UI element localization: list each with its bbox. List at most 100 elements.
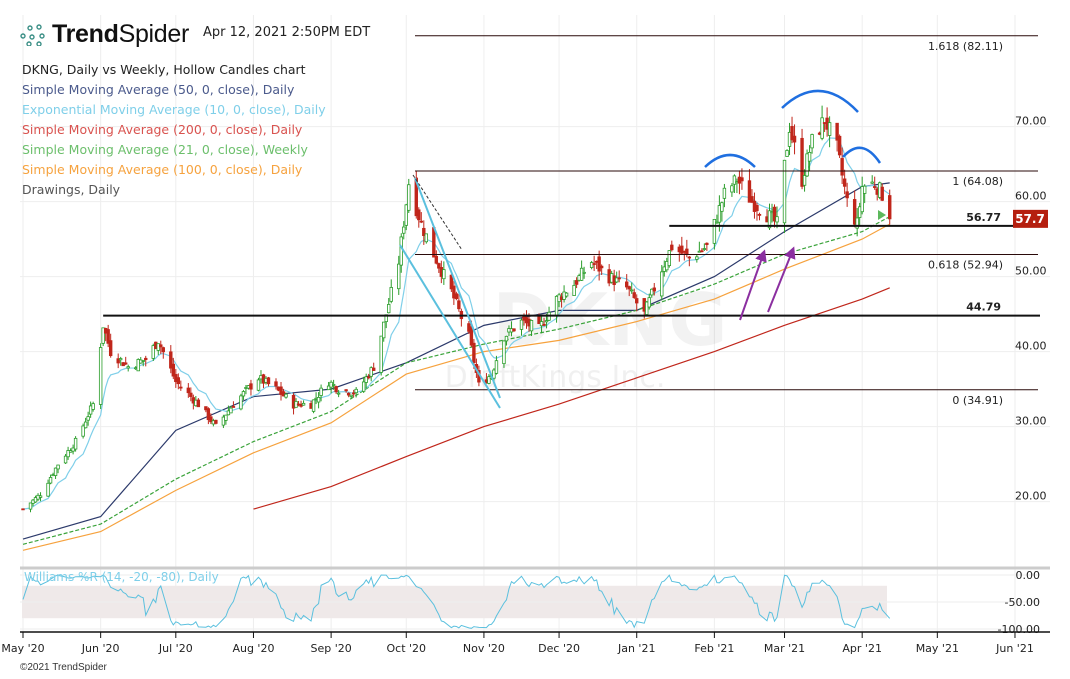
candle-body	[407, 184, 411, 211]
candle-body	[38, 495, 43, 498]
x-tick-label: May '20	[1, 642, 44, 655]
y-tick-label: 20.00	[1015, 490, 1047, 503]
candle-body	[630, 289, 634, 292]
candle-body	[469, 326, 474, 346]
candle	[98, 343, 103, 409]
candle-body	[660, 271, 664, 297]
x-tick-label: Jun '20	[81, 642, 120, 655]
candle	[502, 340, 506, 368]
legend-sma100[interactable]: Simple Moving Average (100, 0, close), D…	[22, 160, 326, 180]
legend-ema10[interactable]: Exponential Moving Average (10, 0, close…	[22, 100, 326, 120]
fib-level-label: 0 (34.91)	[952, 394, 1003, 407]
candle-body	[124, 362, 128, 365]
candle-body	[574, 280, 579, 285]
candle-body	[331, 384, 336, 386]
candle-body	[256, 379, 261, 391]
candle-body	[888, 195, 892, 220]
candle-body	[617, 277, 621, 280]
candle-body	[371, 367, 376, 371]
candle-body	[647, 297, 651, 308]
williams-tick-label: -50.00	[1005, 596, 1040, 609]
candle-body	[224, 414, 228, 421]
candle	[311, 399, 316, 414]
candle-body	[186, 387, 191, 394]
candle-body	[379, 335, 383, 373]
candle	[161, 346, 165, 359]
candle-body	[775, 216, 779, 223]
candle	[389, 279, 393, 304]
y-tick-label: 70.00	[1015, 115, 1047, 128]
candle-body	[349, 394, 353, 397]
candle-body	[63, 455, 68, 464]
x-tick-label: Sep '20	[310, 642, 351, 655]
candle-body	[354, 388, 358, 394]
candle	[279, 381, 283, 401]
candle	[870, 175, 874, 185]
legend-drawings[interactable]: Drawings, Daily	[22, 180, 326, 200]
candle	[579, 260, 584, 281]
candle-body	[870, 181, 874, 184]
candle-body	[572, 284, 576, 296]
candle-body	[241, 391, 246, 397]
y-tick-label: 50.00	[1015, 265, 1047, 278]
candle-body	[98, 347, 103, 405]
candle-body	[301, 402, 306, 406]
candle-body	[820, 117, 824, 139]
candle-body	[873, 186, 877, 188]
candle-body	[685, 248, 689, 255]
candle-body	[845, 191, 849, 199]
candle-body	[785, 150, 789, 157]
candle-body	[402, 226, 406, 234]
brand-bold: Trend	[52, 20, 119, 48]
candle	[860, 176, 864, 215]
x-tick-label: Dec '20	[538, 642, 580, 655]
candle-body	[334, 386, 338, 393]
candle-body	[28, 502, 33, 510]
candle-body	[239, 395, 243, 410]
candle	[116, 353, 120, 369]
purple-arrow	[767, 246, 796, 313]
x-tick-label: Jan '21	[617, 642, 655, 655]
candle-body	[91, 403, 95, 410]
candle	[592, 255, 596, 272]
candle-body	[529, 320, 534, 332]
candle-body	[454, 293, 459, 300]
support-level-label: 56.77	[966, 211, 1001, 224]
candle-body	[316, 397, 321, 403]
y-tick-label: 40.00	[1015, 340, 1047, 353]
x-tick-label: Jul '20	[158, 642, 193, 655]
candle-body	[842, 178, 847, 187]
candle	[459, 308, 464, 327]
candle-body	[502, 340, 506, 365]
fib-level-label: 1 (64.08)	[952, 175, 1003, 188]
candle-body	[424, 233, 429, 243]
candle-body	[361, 381, 366, 392]
candle	[38, 492, 43, 502]
candle-body	[189, 392, 193, 397]
copyright: ©2021 TrendSpider	[20, 662, 107, 673]
candle	[810, 133, 814, 154]
x-tick-label: Oct '20	[386, 642, 426, 655]
candle-body	[720, 202, 724, 212]
legend-sma50[interactable]: Simple Moving Average (50, 0, close), Da…	[22, 80, 326, 100]
candle-body	[599, 265, 604, 269]
candle-body	[627, 286, 631, 290]
candle-body	[46, 482, 50, 497]
candle	[424, 233, 429, 244]
candle-body	[419, 220, 423, 223]
candle-body	[336, 392, 341, 395]
candle-body	[141, 359, 145, 362]
legend-sma200[interactable]: Simple Moving Average (200, 0, close), D…	[22, 120, 326, 140]
candle-body	[366, 376, 371, 379]
y-tick-label: 30.00	[1015, 415, 1047, 428]
legend-sma21-weekly[interactable]: Simple Moving Average (21, 0, close), We…	[22, 140, 326, 160]
candle-body	[56, 464, 60, 470]
brand-light: Spider	[118, 20, 190, 48]
candle	[888, 189, 892, 225]
x-tick-label: Mar '21	[764, 642, 805, 655]
candle-body	[108, 340, 113, 357]
trendspider-logo: TrendSpider	[20, 20, 189, 49]
williams-tick-label: -100.00	[998, 623, 1040, 636]
candle-body	[21, 508, 25, 511]
spider-logo-icon	[20, 23, 45, 46]
